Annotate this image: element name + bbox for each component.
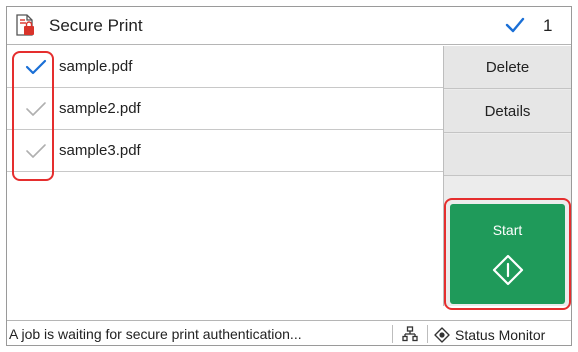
file-name: sample.pdf bbox=[59, 58, 133, 75]
check-highlight-box bbox=[12, 51, 54, 181]
status-monitor-label: Status Monitor bbox=[455, 327, 546, 343]
selected-count: 1 bbox=[543, 16, 553, 35]
selected-check-icon bbox=[505, 17, 525, 33]
header-bar: Secure Print 1 bbox=[7, 7, 571, 45]
page-title: Secure Print bbox=[49, 16, 143, 35]
file-list: sample.pdf sample2.pdf sample3.pdf bbox=[7, 46, 443, 306]
secure-print-doc-icon bbox=[16, 14, 34, 36]
file-name: sample2.pdf bbox=[59, 100, 141, 117]
secure-print-screen: Secure Print 1 sample.pdf sample2.pdf sa… bbox=[6, 6, 572, 346]
status-divider bbox=[427, 325, 428, 343]
status-bar: A job is waiting for secure print authen… bbox=[7, 320, 571, 345]
network-icon[interactable] bbox=[402, 326, 418, 342]
file-name: sample3.pdf bbox=[59, 142, 141, 159]
status-message: A job is waiting for secure print authen… bbox=[9, 326, 302, 342]
file-row-sample2[interactable]: sample2.pdf bbox=[7, 88, 443, 130]
status-monitor-button[interactable]: Status Monitor bbox=[434, 325, 545, 345]
status-divider bbox=[392, 325, 393, 343]
file-row-sample[interactable]: sample.pdf bbox=[7, 46, 443, 88]
delete-button[interactable]: Delete bbox=[444, 46, 571, 89]
start-highlight-box bbox=[444, 198, 571, 310]
file-row-sample3[interactable]: sample3.pdf bbox=[7, 130, 443, 172]
status-monitor-icon bbox=[434, 327, 450, 343]
empty-action-slot bbox=[444, 134, 571, 176]
details-button[interactable]: Details bbox=[444, 90, 571, 133]
